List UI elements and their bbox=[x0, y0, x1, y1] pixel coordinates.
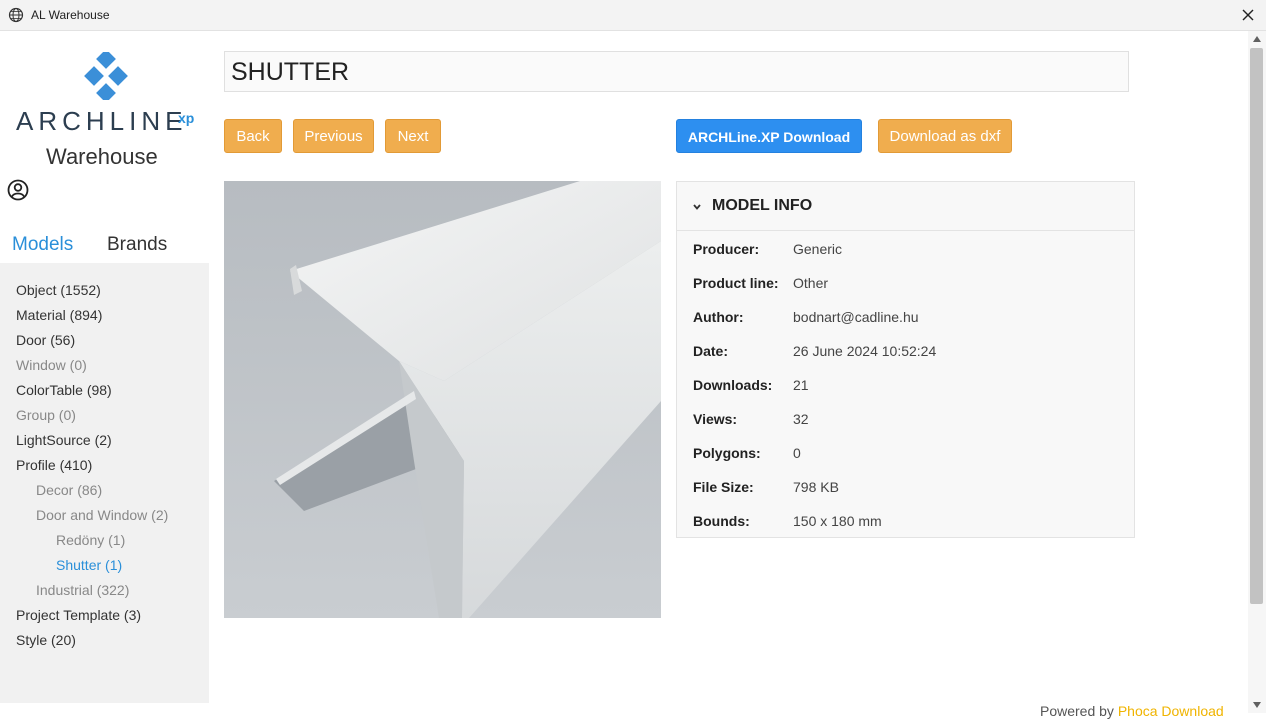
category-redony[interactable]: Redöny (1) bbox=[56, 532, 125, 548]
next-button[interactable]: Next bbox=[385, 119, 441, 153]
category-sidebar: Object (1552) Material (894) Door (56) W… bbox=[0, 263, 209, 703]
category-project-template[interactable]: Project Template (3) bbox=[16, 607, 141, 623]
info-value-date: 26 June 2024 10:52:24 bbox=[793, 343, 937, 359]
scroll-down-icon[interactable] bbox=[1251, 700, 1263, 710]
info-label-date: Date: bbox=[693, 343, 729, 359]
category-material[interactable]: Material (894) bbox=[16, 307, 102, 323]
info-value-bounds: 150 x 180 mm bbox=[793, 513, 882, 529]
logo-brand-text: ARCHLINE bbox=[16, 106, 188, 136]
scrollbar-thumb[interactable] bbox=[1250, 48, 1263, 604]
tab-brands[interactable]: Brands bbox=[107, 234, 167, 256]
footer-credit: Powered by Phoca Download bbox=[1040, 703, 1224, 719]
model-info-title: MODEL INFO bbox=[712, 197, 813, 214]
category-colortable[interactable]: ColorTable (98) bbox=[16, 382, 112, 398]
info-value-producer: Generic bbox=[793, 241, 843, 257]
info-label-author: Author: bbox=[693, 309, 744, 325]
info-value-downloads: 21 bbox=[793, 377, 809, 393]
footer-prefix: Powered by bbox=[1040, 703, 1118, 719]
model-preview-image bbox=[224, 181, 661, 618]
category-window[interactable]: Window (0) bbox=[16, 357, 87, 373]
model-title: SHUTTER bbox=[224, 51, 1129, 92]
window-title: AL Warehouse bbox=[31, 8, 110, 22]
category-shutter[interactable]: Shutter (1) bbox=[56, 557, 122, 573]
info-label-product-line: Product line: bbox=[693, 275, 779, 291]
category-lightsource[interactable]: LightSource (2) bbox=[16, 432, 112, 448]
category-door[interactable]: Door (56) bbox=[16, 332, 75, 348]
window-titlebar: AL Warehouse bbox=[0, 0, 1266, 31]
scroll-up-icon[interactable] bbox=[1251, 34, 1263, 44]
previous-button[interactable]: Previous bbox=[293, 119, 374, 153]
category-industrial[interactable]: Industrial (322) bbox=[36, 582, 129, 598]
logo-diamonds-icon bbox=[84, 52, 128, 100]
info-value-product-line: Other bbox=[793, 275, 829, 291]
tab-models[interactable]: Models bbox=[12, 234, 73, 256]
logo-subtitle: Warehouse bbox=[46, 144, 158, 169]
info-value-file-size: 798 KB bbox=[793, 479, 839, 495]
category-object[interactable]: Object (1552) bbox=[16, 282, 101, 298]
info-value-views: 32 bbox=[793, 411, 809, 427]
model-info-header[interactable]: MODEL INFO bbox=[677, 182, 1134, 231]
close-icon[interactable] bbox=[1238, 5, 1258, 25]
info-label-views: Views: bbox=[693, 411, 738, 427]
archline-download-button[interactable]: ARCHLine.XP Download bbox=[676, 119, 862, 153]
info-label-downloads: Downloads: bbox=[693, 377, 773, 393]
info-value-polygons: 0 bbox=[793, 445, 801, 461]
category-door-and-window[interactable]: Door and Window (2) bbox=[36, 507, 168, 523]
category-profile[interactable]: Profile (410) bbox=[16, 457, 92, 473]
info-value-author: bodnart@cadline.hu bbox=[793, 309, 919, 325]
category-decor[interactable]: Decor (86) bbox=[36, 482, 102, 498]
category-style[interactable]: Style (20) bbox=[16, 632, 76, 648]
footer-phoca-link[interactable]: Phoca Download bbox=[1118, 703, 1224, 719]
globe-icon bbox=[8, 7, 24, 23]
archline-logo[interactable]: ARCHLINE xp Warehouse bbox=[16, 52, 196, 172]
logo-xp-text: xp bbox=[178, 110, 195, 126]
category-group[interactable]: Group (0) bbox=[16, 407, 76, 423]
back-button[interactable]: Back bbox=[224, 119, 282, 153]
chevron-down-icon bbox=[693, 204, 701, 210]
model-info-panel: MODEL INFO Producer: Generic Product lin… bbox=[676, 181, 1135, 538]
info-label-polygons: Polygons: bbox=[693, 445, 761, 461]
info-label-file-size: File Size: bbox=[693, 479, 754, 495]
download-dxf-button[interactable]: Download as dxf bbox=[878, 119, 1012, 153]
user-circle-icon[interactable] bbox=[7, 179, 29, 201]
info-label-producer: Producer: bbox=[693, 241, 760, 257]
info-label-bounds: Bounds: bbox=[693, 513, 750, 529]
